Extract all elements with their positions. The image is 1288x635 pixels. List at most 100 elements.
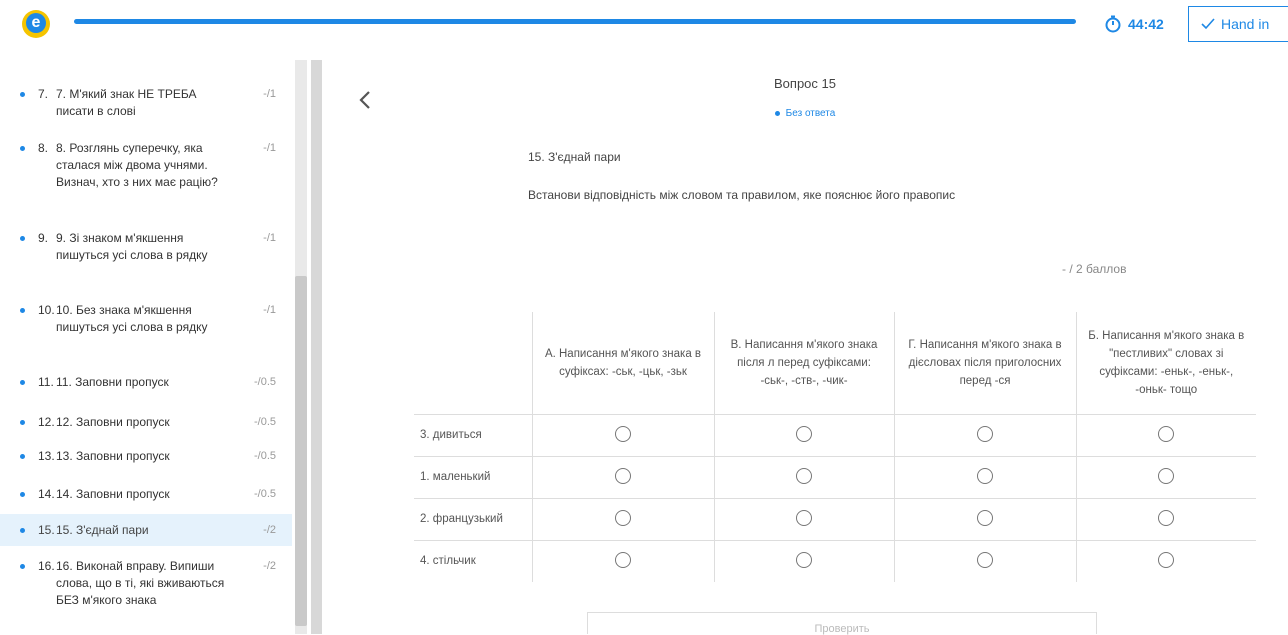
sidebar-item-8[interactable]: 8. 8. Розглянь суперечку, яка сталася мі… <box>0 140 292 212</box>
grid-header-row: А. Написання м'якого знака в суфіксах: -… <box>414 312 1256 415</box>
item-text: 11. Заповни пропуск <box>56 375 169 389</box>
radio-button[interactable] <box>796 467 812 484</box>
question-title: Вопрос 15 <box>774 76 836 91</box>
item-score: -/1 <box>263 232 276 244</box>
item-score: -/2 <box>263 560 276 572</box>
column-header: А. Написання м'якого знака в суфіксах: -… <box>531 312 714 415</box>
item-score: -/0.5 <box>253 488 276 500</box>
item-number: 11. <box>38 375 54 389</box>
radio-button[interactable] <box>1158 509 1175 526</box>
radio-button[interactable] <box>977 509 993 526</box>
item-score: -/1 <box>263 88 276 100</box>
radio-button[interactable] <box>796 425 812 442</box>
sidebar-item-16[interactable]: 16. 16. Виконай вправу. Випиши слова, що… <box>0 558 292 630</box>
item-number: 9. <box>38 231 49 245</box>
item-text: 9. Зі знаком м'якшення пишуться усі слов… <box>56 231 208 262</box>
item-text: 13. Заповни пропуск <box>56 449 170 463</box>
column-header: В. Написання м'якого знака після л перед… <box>713 312 894 415</box>
sidebar-item-10[interactable]: 10. 10. Без знака м'якшення пишуться усі… <box>0 302 292 356</box>
matching-grid: А. Написання м'якого знака в суфіксах: -… <box>414 312 1256 582</box>
item-text: 16. Виконай вправу. Випиши слова, що в т… <box>56 559 225 607</box>
top-bar: e 44:42 Hand in <box>0 0 1288 50</box>
app-logo-icon[interactable]: e <box>22 10 50 38</box>
logo-letter: e <box>31 14 41 31</box>
question-panel: Вопрос 15 Без ответа 15. З'єднай пари Вс… <box>322 50 1288 635</box>
radio-button[interactable] <box>1158 551 1175 568</box>
question-status-text: Без ответа <box>785 108 836 119</box>
status-dot <box>20 454 25 459</box>
stopwatch-icon <box>1105 15 1121 33</box>
radio-button[interactable] <box>977 551 993 568</box>
sidebar-item-13[interactable]: 13. 13. Заповни пропуск -/0.5 <box>0 448 292 470</box>
sidebar-scrollbar-thumb[interactable] <box>295 276 307 626</box>
row-label: 3. дивиться <box>414 414 532 457</box>
question-name: 15. З'єднай пари <box>528 150 621 164</box>
question-sidebar: 7. 7. М'який знак НЕ ТРЕБА писати в слов… <box>0 50 322 634</box>
status-dot <box>20 236 25 241</box>
hand-in-button[interactable]: Hand in <box>1188 6 1288 42</box>
timer-value: 44:42 <box>1128 16 1164 32</box>
item-number: 12. <box>38 415 55 429</box>
item-number: 10. <box>38 303 55 317</box>
grid-row: 2. французький <box>414 498 1256 541</box>
item-score: -/2 <box>263 524 276 536</box>
status-dot <box>20 564 25 569</box>
grid-row: 1. маленький <box>414 456 1256 499</box>
sidebar-item-14[interactable]: 14. 14. Заповни пропуск -/0.5 <box>0 486 292 508</box>
grid-corner <box>414 312 532 415</box>
status-dot <box>20 92 25 97</box>
status-dot <box>20 146 25 151</box>
item-number: 7. <box>38 87 49 101</box>
radio-button[interactable] <box>615 509 631 526</box>
radio-button[interactable] <box>615 425 631 442</box>
item-text: 14. Заповни пропуск <box>56 487 170 501</box>
column-header: Б. Написання м'якого знака в "пестливих"… <box>1075 312 1256 415</box>
radio-button[interactable] <box>977 425 993 442</box>
radio-button[interactable] <box>977 467 993 484</box>
item-number: 16. <box>38 559 55 573</box>
radio-button[interactable] <box>1158 467 1175 484</box>
item-number: 14. <box>38 487 55 501</box>
sidebar-item-11[interactable]: 11. 11. Заповни пропуск -/0.5 <box>0 374 292 396</box>
row-label: 4. стільчик <box>420 555 476 568</box>
status-dot <box>20 308 25 313</box>
item-text: 12. Заповни пропуск <box>56 415 170 429</box>
question-points: - / 2 баллов <box>1062 262 1127 276</box>
radio-button[interactable] <box>1158 425 1175 442</box>
item-number: 8. <box>38 141 49 155</box>
radio-button[interactable] <box>796 509 812 526</box>
timer: 44:42 <box>1104 12 1164 36</box>
status-dot <box>20 528 25 533</box>
check-icon <box>1201 18 1215 30</box>
row-label: 2. французький <box>414 498 532 541</box>
sidebar-edge <box>311 60 322 634</box>
row-label: 1. маленький <box>414 456 532 499</box>
radio-button[interactable] <box>615 551 631 568</box>
check-answer-button[interactable]: Проверить <box>587 612 1097 635</box>
column-header: Г. Написання м'якого знака в дієсловах п… <box>893 312 1076 415</box>
grid-row: 3. дивиться <box>414 414 1256 457</box>
question-status: Без ответа <box>322 108 1288 119</box>
item-text: 15. З'єднай пари <box>56 523 149 537</box>
status-dot <box>20 420 25 425</box>
item-number: 15. <box>38 523 55 537</box>
check-answer-label: Проверить <box>814 623 870 635</box>
item-number: 13. <box>38 449 55 463</box>
item-text: 10. Без знака м'якшення пишуться усі сло… <box>56 303 208 334</box>
sidebar-item-9[interactable]: 9. 9. Зі знаком м'якшення пишуться усі с… <box>0 230 292 284</box>
item-text: 8. Розглянь суперечку, яка сталася між д… <box>56 141 218 189</box>
sidebar-item-12[interactable]: 12. 12. Заповни пропуск -/0.5 <box>0 414 292 436</box>
sidebar-item-15[interactable]: 15. 15. З'єднай пари -/2 <box>0 514 292 546</box>
status-dot <box>20 380 25 385</box>
question-instruction: Встанови відповідність між словом та пра… <box>528 188 956 202</box>
status-dot <box>20 492 25 497</box>
quiz-progress-bar <box>74 19 1076 24</box>
item-score: -/1 <box>263 304 276 316</box>
sidebar-item-7[interactable]: 7. 7. М'який знак НЕ ТРЕБА писати в слов… <box>0 86 292 126</box>
item-text: 7. М'який знак НЕ ТРЕБА писати в слові <box>56 87 197 118</box>
item-score: -/0.5 <box>253 376 276 388</box>
grid-row: 4. стільчик <box>414 540 1256 582</box>
radio-button[interactable] <box>796 551 812 568</box>
radio-button[interactable] <box>615 467 631 484</box>
status-dot <box>774 110 780 116</box>
